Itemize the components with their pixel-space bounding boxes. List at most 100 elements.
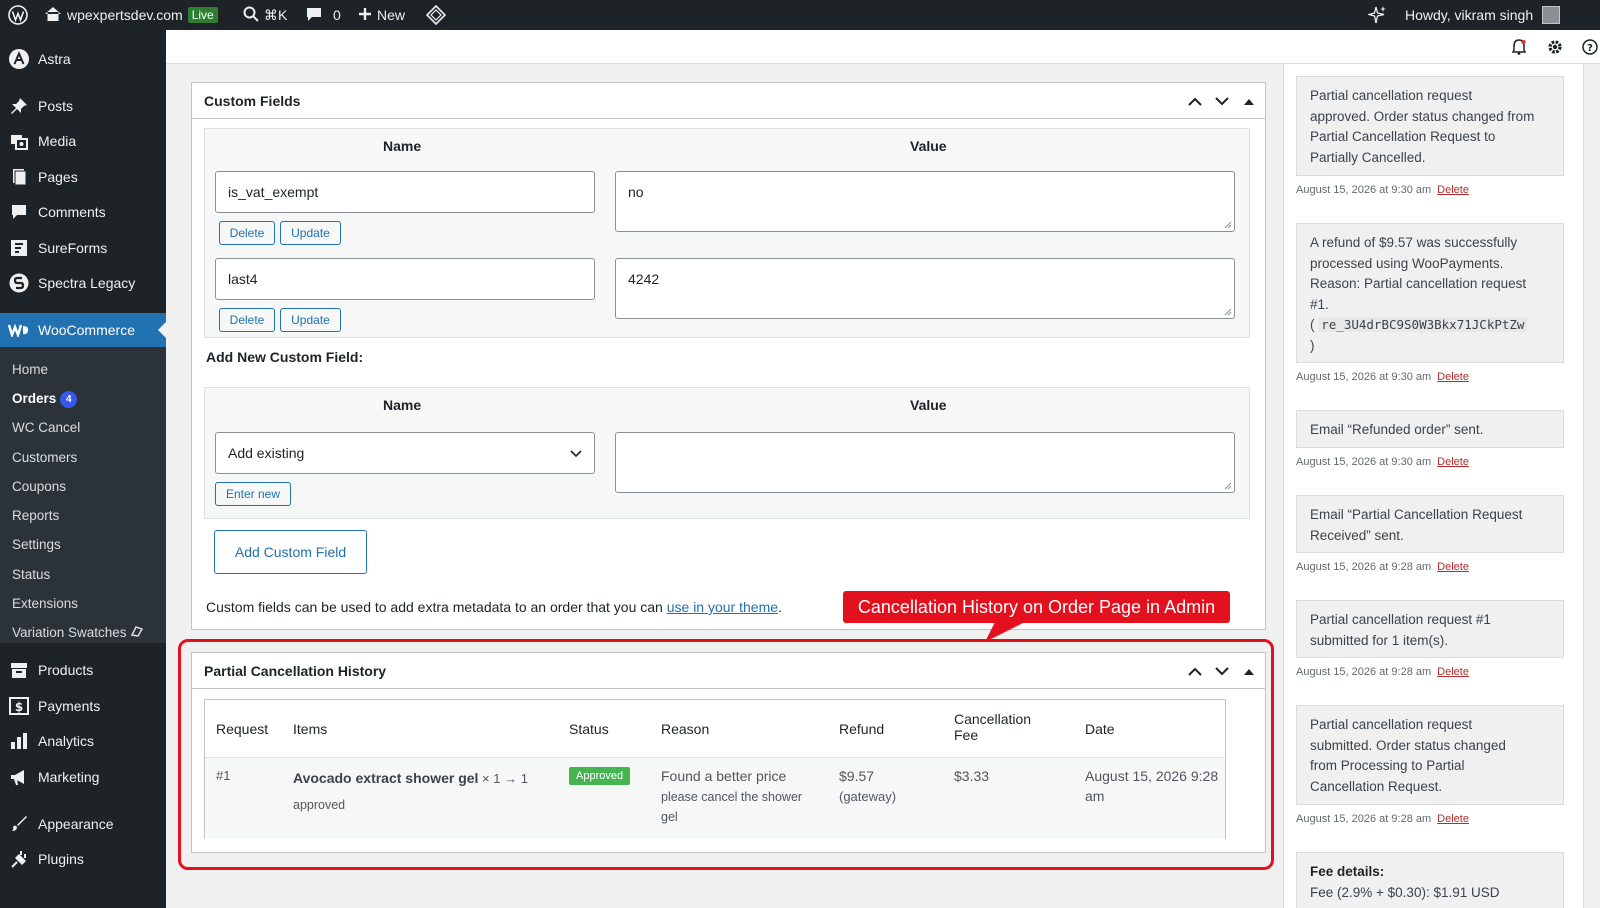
- active-indicator: [158, 322, 166, 338]
- existing-fields-table: Name Value is_vat_exempt no Delete Updat…: [204, 128, 1250, 338]
- brush-icon: [8, 813, 30, 835]
- screen-toolbar: ?: [166, 30, 1600, 64]
- resize-grip-icon[interactable]: [1224, 308, 1232, 316]
- sidebar-item-posts[interactable]: Posts: [0, 89, 166, 123]
- chevron-down-icon: [570, 445, 582, 461]
- sidebar-label: Plugins: [38, 851, 84, 867]
- custom-field-name-input[interactable]: last4: [215, 258, 595, 300]
- order-note: Partial cancellation request #1 submitte…: [1296, 600, 1564, 658]
- command-palette-button[interactable]: ⌘K: [243, 0, 287, 30]
- sidebar-label: Pages: [38, 169, 78, 185]
- sidebar-item-comments[interactable]: Comments: [0, 195, 166, 229]
- sidebar-item-media[interactable]: Media: [0, 124, 166, 158]
- note-line: submitted for 1 item(s).: [1310, 632, 1449, 648]
- submenu-item-wc-cancel[interactable]: WC Cancel: [12, 420, 80, 435]
- update-button[interactable]: Update: [280, 308, 341, 332]
- note-line: Partial cancellation request: [1310, 88, 1473, 103]
- delete-note-link[interactable]: Delete: [1437, 813, 1469, 825]
- svg-text:?: ?: [1587, 43, 1593, 54]
- note-line: Email “Partial Cancellation Request: [1310, 507, 1523, 522]
- existing-key-select[interactable]: Add existing: [215, 432, 595, 474]
- sidebar-item-analytics[interactable]: Analytics: [0, 724, 166, 758]
- sidebar-item-plugins[interactable]: Plugins: [0, 842, 166, 876]
- sidebar-label: WooCommerce: [38, 322, 135, 338]
- add-custom-field-button[interactable]: Add Custom Field: [214, 530, 367, 574]
- comments-count: 0: [333, 7, 341, 23]
- page-scrollbar[interactable]: [1583, 64, 1600, 908]
- note-date: August 15, 2026 at 9:28 am: [1296, 813, 1432, 825]
- site-name-link[interactable]: wpexpertsdev.com Live: [44, 0, 218, 30]
- note-line: Reason: Partial cancellation request: [1310, 276, 1527, 291]
- spectra-icon: [8, 272, 30, 294]
- sidebar-item-payments[interactable]: $ Payments: [0, 689, 166, 723]
- txn-open: (: [1310, 317, 1319, 332]
- custom-field-value-textarea[interactable]: 4242: [615, 258, 1235, 319]
- note-line: #1.: [1310, 296, 1329, 312]
- account-menu[interactable]: Howdy, vikram singh: [1405, 0, 1561, 30]
- value-text: 4242: [628, 271, 660, 287]
- archive-icon: [8, 659, 30, 681]
- delete-note-link[interactable]: Delete: [1437, 456, 1469, 468]
- form-icon: [8, 237, 30, 259]
- enter-new-button[interactable]: Enter new: [215, 482, 291, 506]
- postbox-header: Custom Fields: [192, 83, 1265, 119]
- sidebar-item-sureforms[interactable]: SureForms: [0, 231, 166, 265]
- submenu-item-coupons[interactable]: Coupons: [12, 479, 66, 494]
- column-header-name: Name: [383, 397, 422, 413]
- submenu-item-variation-swatches[interactable]: Variation Swatches: [12, 625, 144, 640]
- bell-icon[interactable]: [1510, 38, 1528, 56]
- pages-icon: [8, 166, 30, 188]
- new-field-value-textarea[interactable]: [615, 432, 1235, 493]
- submenu-item-customers[interactable]: Customers: [12, 450, 77, 465]
- delete-note-link[interactable]: Delete: [1437, 666, 1469, 678]
- delete-note-link[interactable]: Delete: [1437, 371, 1469, 383]
- submenu-item-extensions[interactable]: Extensions: [12, 596, 78, 611]
- move-up-icon[interactable]: [1186, 92, 1204, 110]
- note-line: A refund of $9.57 was successfully: [1310, 235, 1518, 250]
- use-in-theme-link[interactable]: use in your theme: [667, 599, 778, 615]
- wordpress-logo-icon[interactable]: [8, 0, 28, 30]
- submenu-item-orders[interactable]: Orders 4: [12, 391, 78, 408]
- sidebar-label: Media: [38, 133, 77, 149]
- delete-button[interactable]: Delete: [219, 308, 275, 332]
- svg-text:$: $: [15, 700, 23, 714]
- sidebar-item-astra[interactable]: Astra: [0, 42, 166, 76]
- submenu-item-status[interactable]: Status: [12, 567, 50, 582]
- sidebar-item-marketing[interactable]: Marketing: [0, 760, 166, 794]
- sidebar-item-products[interactable]: Products: [0, 653, 166, 687]
- megaphone-icon: [8, 766, 30, 788]
- sidebar-item-woocommerce[interactable]: WooCommerce: [0, 313, 166, 347]
- resize-grip-icon[interactable]: [1224, 221, 1232, 229]
- submenu-item-home[interactable]: Home: [12, 362, 48, 377]
- resize-grip-icon[interactable]: [1224, 482, 1232, 490]
- note-meta: August 15, 2026 at 9:28 am Delete: [1296, 666, 1469, 678]
- delete-note-link[interactable]: Delete: [1437, 184, 1469, 196]
- diamond-icon[interactable]: [426, 0, 446, 30]
- delete-note-link[interactable]: Delete: [1437, 561, 1469, 573]
- move-down-icon[interactable]: [1213, 92, 1231, 110]
- help-icon[interactable]: ?: [1581, 38, 1599, 56]
- note-meta: August 15, 2026 at 9:30 am Delete: [1296, 371, 1469, 383]
- comment-icon: [8, 201, 30, 223]
- add-new-field-heading: Add New Custom Field:: [206, 349, 364, 365]
- note-line: ( re_3U4drBC9S0W3Bkx71JCkPtZw: [1310, 315, 1550, 336]
- comment-icon: [306, 6, 322, 25]
- comments-link[interactable]: 0: [306, 0, 341, 30]
- custom-field-value-textarea[interactable]: no: [615, 171, 1235, 232]
- submenu-item-settings[interactable]: Settings: [12, 537, 61, 552]
- gear-icon[interactable]: [1546, 38, 1564, 56]
- sidebar-item-spectra[interactable]: Spectra Legacy: [0, 266, 166, 300]
- collapse-toggle-icon[interactable]: [1240, 92, 1258, 110]
- update-button[interactable]: Update: [280, 221, 341, 245]
- sparkle-icon[interactable]: [1368, 0, 1388, 30]
- custom-field-name-input[interactable]: is_vat_exempt: [215, 171, 595, 213]
- help-text-end: .: [778, 599, 782, 615]
- sidebar-item-pages[interactable]: Pages: [0, 160, 166, 194]
- submenu-item-reports[interactable]: Reports: [12, 508, 59, 523]
- add-new-field-panel: Name Value Add existing Enter new: [204, 387, 1250, 519]
- plus-icon: [358, 7, 372, 24]
- note-meta: August 15, 2026 at 9:28 am Delete: [1296, 561, 1469, 573]
- sidebar-item-appearance[interactable]: Appearance: [0, 807, 166, 841]
- new-content-link[interactable]: New: [358, 0, 405, 30]
- delete-button[interactable]: Delete: [219, 221, 275, 245]
